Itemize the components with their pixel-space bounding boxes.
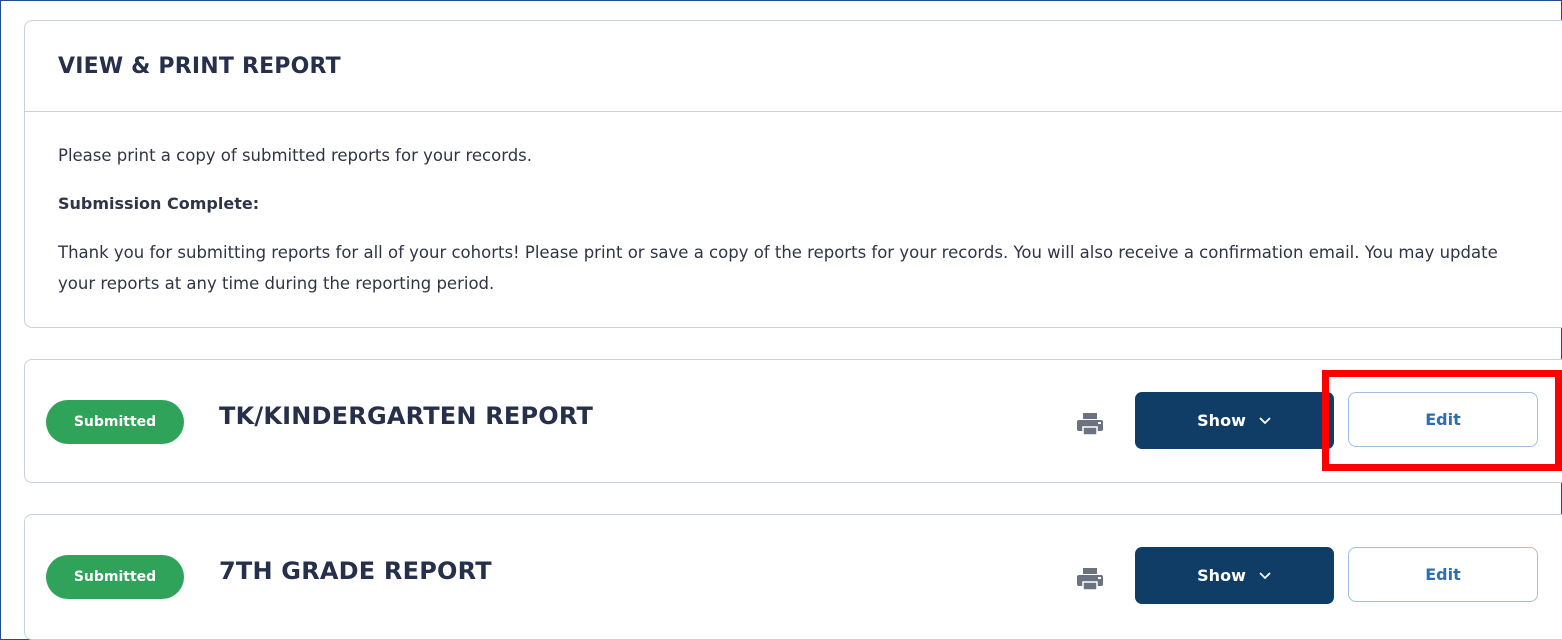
submission-complete-message: Thank you for submitting reports for all… [58,243,1498,293]
report-title: TK/KINDERGARTEN REPORT [219,402,594,430]
report-row: Submitted TK/KINDERGARTEN REPORT Show Ed… [24,359,1562,483]
print-instruction-text: Please print a copy of submitted reports… [58,146,533,165]
submission-complete-heading: Submission Complete: [58,194,260,213]
edit-button[interactable]: Edit [1348,547,1538,602]
status-badge: Submitted [46,555,184,599]
show-button[interactable]: Show [1135,547,1334,604]
printer-icon[interactable] [1075,411,1105,437]
report-row: Submitted 7TH GRADE REPORT Show Edit [24,514,1562,640]
report-title: 7TH GRADE REPORT [219,557,492,585]
edit-button[interactable]: Edit [1348,392,1538,447]
view-print-report-panel: VIEW & PRINT REPORT Please print a copy … [24,20,1562,328]
panel-body: Please print a copy of submitted reports… [25,112,1562,299]
printer-icon[interactable] [1075,566,1105,592]
chevron-down-icon [1259,571,1271,579]
show-button-label: Show [1197,566,1246,585]
status-badge: Submitted [46,400,184,444]
panel-title: VIEW & PRINT REPORT [25,21,1562,112]
show-button-label: Show [1197,411,1246,430]
show-button[interactable]: Show [1135,392,1334,449]
chevron-down-icon [1259,416,1271,424]
